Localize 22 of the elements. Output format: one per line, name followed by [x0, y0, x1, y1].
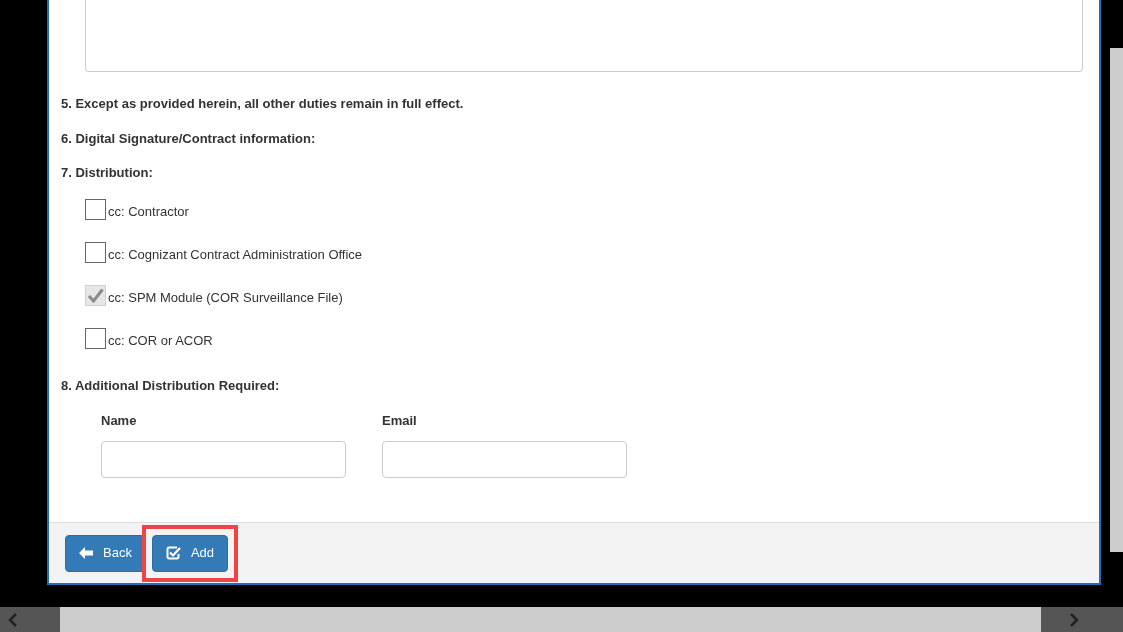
scroll-left-icon[interactable] — [8, 612, 18, 627]
field-label: Email — [382, 412, 417, 430]
section-heading: 6. Digital Signature/Contract information: — [61, 129, 316, 148]
field-label: Name — [101, 412, 137, 430]
checkbox[interactable] — [85, 241, 106, 263]
check-square-icon — [165, 546, 181, 560]
section-heading: 5. Except as provided herein, all other duties remain in full effect. — [61, 95, 464, 113]
checkbox[interactable] — [85, 327, 106, 349]
checkbox-label: cc: Contractor — [108, 203, 189, 220]
checkbox-label: cc: Cognizant Contract Administration Office — [108, 246, 363, 263]
section-heading: 7. Distribution: — [61, 164, 153, 182]
checkmark-icon — [87, 287, 104, 303]
checkbox-label: cc: COR or ACOR — [108, 332, 213, 349]
scroll-right-icon[interactable] — [1069, 612, 1079, 627]
left-arrow-icon — [79, 547, 93, 559]
checkbox-label: cc: SPM Module (COR Surveillance File) — [108, 289, 343, 306]
add-button[interactable]: Add — [151, 534, 229, 572]
input-field[interactable] — [382, 440, 627, 478]
checkbox[interactable] — [85, 198, 106, 220]
section-heading: 8. Additional Distribution Required: — [61, 376, 280, 395]
input-field[interactable] — [101, 440, 346, 478]
vertical-scrollbar[interactable] — [1110, 48, 1123, 552]
